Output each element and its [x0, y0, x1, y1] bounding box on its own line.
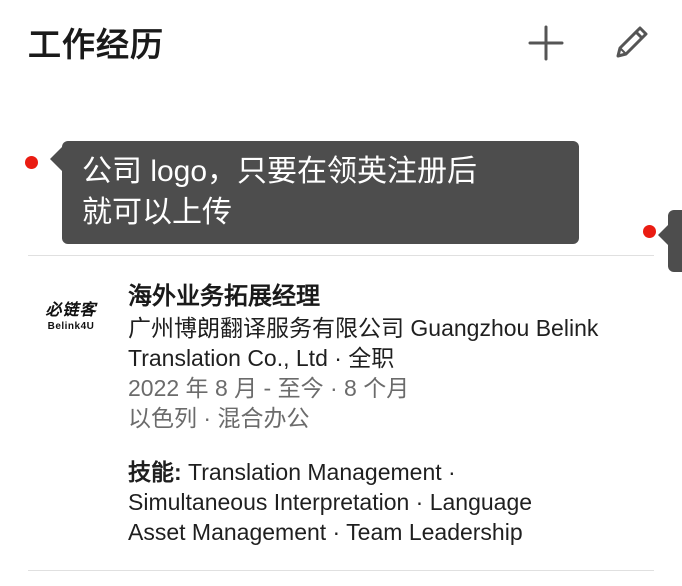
company-name-cont: Translation Co., Ltd · 全职 — [128, 345, 395, 371]
divider — [28, 255, 654, 256]
logo-text-cn: 必链客 — [45, 302, 97, 319]
experience-entry[interactable]: 海外业务拓展经理 广州博朗翻译服务有限公司 Guangzhou Belink T… — [128, 281, 668, 547]
add-button[interactable] — [527, 24, 565, 62]
skills-line: Translation Management · — [181, 459, 456, 485]
pencil-icon — [616, 26, 648, 58]
tooltip-arrow — [658, 225, 668, 245]
hotspot-dot[interactable] — [25, 156, 38, 169]
tooltip-text-line1: 公司 logo，只要在领英注册后 — [82, 155, 478, 188]
job-title: 海外业务拓展经理 — [128, 283, 320, 310]
tooltip: 公司 logo，只要在领英注册后 就可以上传 — [50, 141, 579, 244]
hotspot-dot[interactable] — [643, 225, 656, 238]
company-logo[interactable]: 必链客 Belink4U — [38, 302, 104, 336]
section-title: 工作经历 — [28, 26, 164, 63]
skills: 技能: Translation Management · Simultaneou… — [128, 457, 668, 547]
divider — [28, 570, 654, 571]
logo-text-en: Belink4U — [47, 321, 95, 332]
employment-dates: 2022 年 8 月 - 至今 · 8 个月 — [128, 375, 410, 401]
tooltip-text-line2: 就可以上传 — [82, 196, 232, 229]
edit-button[interactable] — [612, 22, 652, 62]
company-name: 广州博朗翻译服务有限公司 Guangzhou Belink — [128, 315, 599, 341]
plus-icon — [528, 25, 564, 61]
skills-label: 技能: — [128, 459, 182, 485]
tooltip-arrow — [50, 147, 62, 171]
job-location: 以色列 · 混合办公 — [128, 405, 310, 431]
skills-line: Asset Management · Team Leadership — [128, 519, 523, 545]
skills-line: Simultaneous Interpretation · Language — [128, 489, 533, 515]
tooltip-partial — [658, 210, 682, 272]
